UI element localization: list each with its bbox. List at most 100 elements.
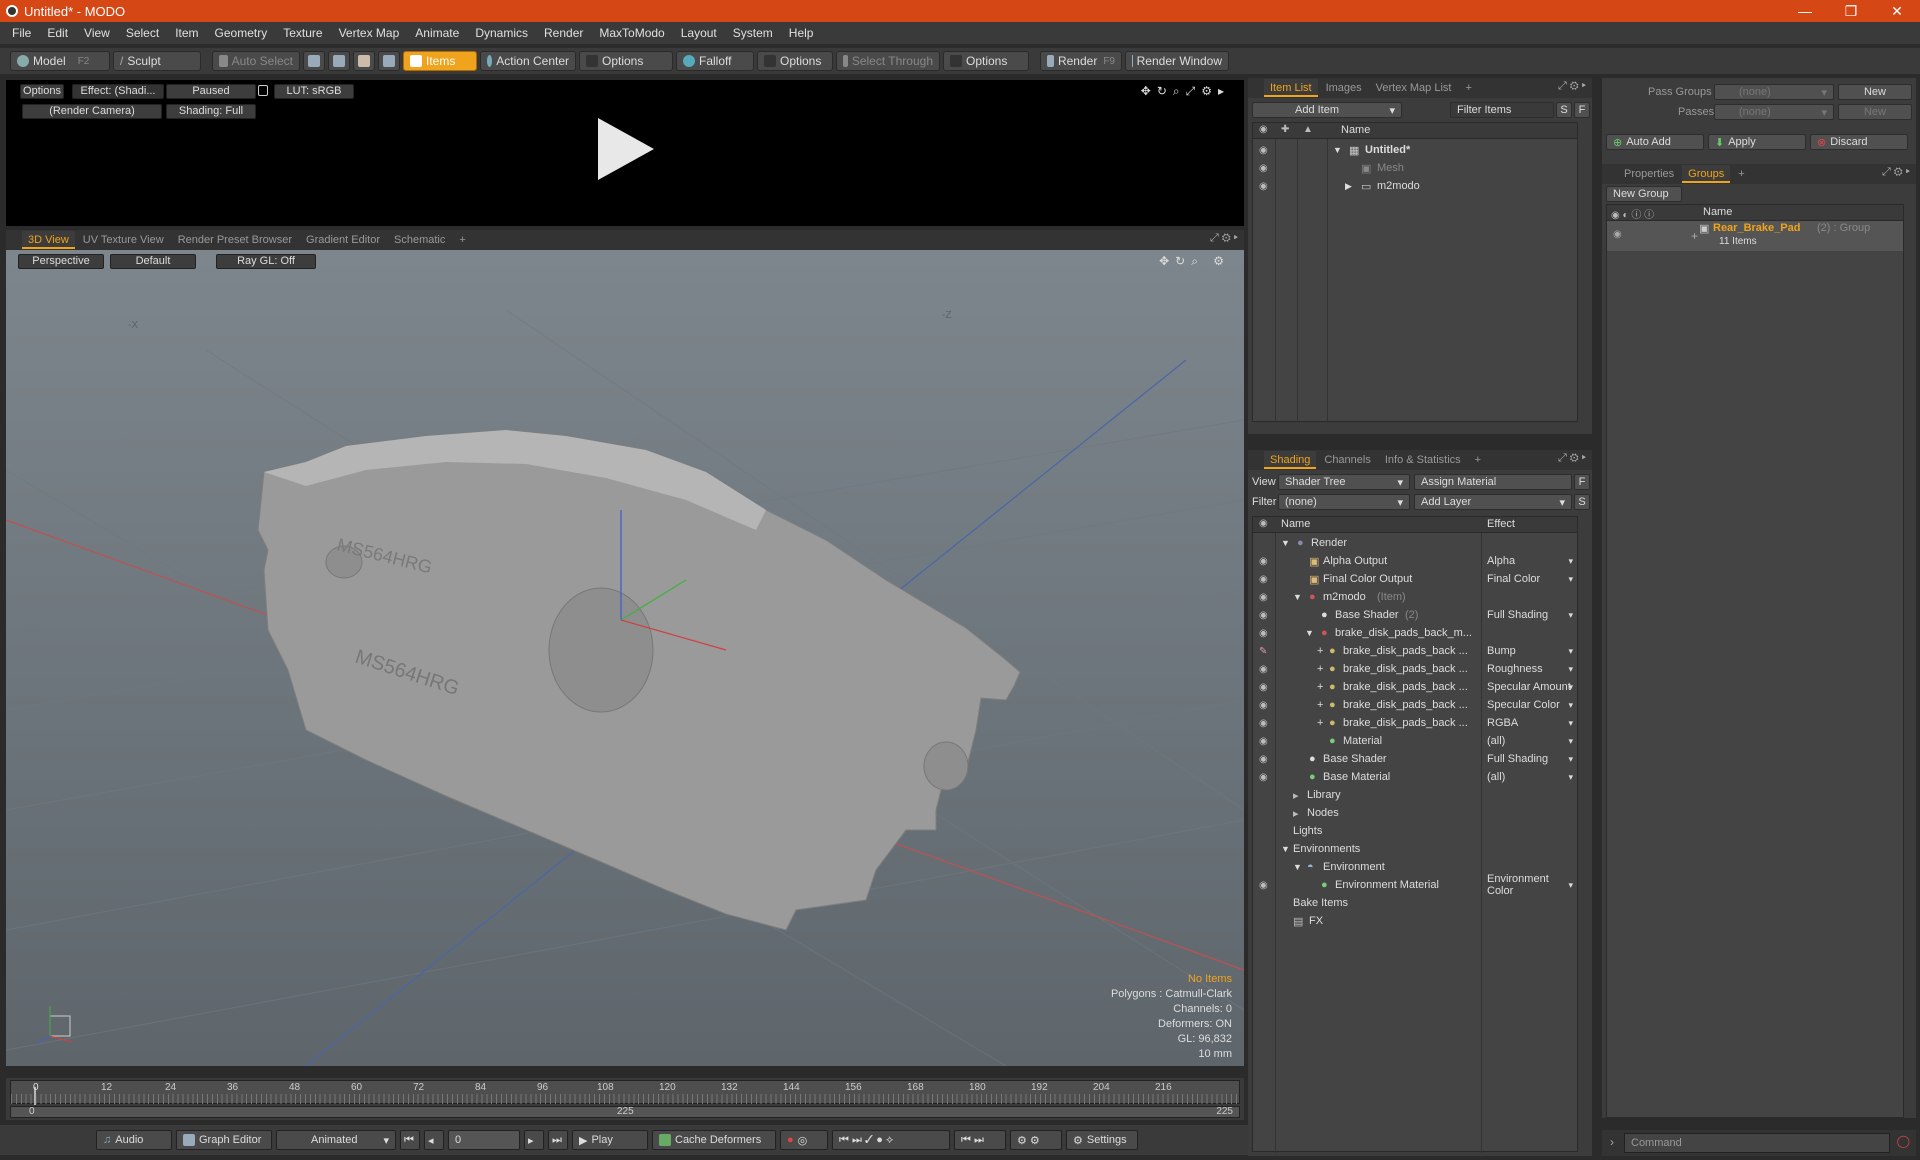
new-group-button[interactable]: New Group — [1606, 186, 1682, 202]
preview-effect-dropdown[interactable]: Effect: (Shadi... — [72, 84, 164, 99]
chevron-down-icon[interactable]: ▾ — [1568, 646, 1573, 657]
chevron-down-icon[interactable]: ▾ — [1568, 772, 1573, 783]
minimize-button[interactable]: — — [1782, 0, 1828, 22]
tab-schematic[interactable]: Schematic — [388, 231, 451, 249]
menu-texture[interactable]: Texture — [275, 26, 330, 40]
chevron-down-icon[interactable]: ▾ — [1568, 754, 1573, 765]
discard-button[interactable]: ⊗ Discard — [1810, 134, 1908, 150]
shader-row[interactable]: ◉ + ● brake_disk_pads_back ... Specular … — [1253, 696, 1577, 714]
shader-row[interactable]: ◉ ▣ Alpha Output Alpha ▾ — [1253, 552, 1577, 570]
shader-row-effect[interactable]: Specular Amount — [1487, 681, 1571, 693]
add-tab-icon[interactable]: + — [1459, 79, 1477, 97]
eye-icon[interactable]: ◉ — [1259, 682, 1268, 693]
panel-menu-icon[interactable]: ⤢ ⚙ ▸ — [1558, 452, 1586, 465]
edges-mode-button[interactable] — [328, 51, 350, 71]
add-tab-icon[interactable]: + — [1732, 165, 1750, 183]
shader-row[interactable]: ◉ ● Environment Material Environment Col… — [1253, 873, 1577, 897]
panel-menu-icon[interactable]: ⤢ ⚙ ▸ — [1882, 166, 1910, 179]
new-pass-group-button[interactable]: New — [1838, 84, 1912, 100]
shader-row-effect[interactable]: Roughness — [1487, 663, 1543, 675]
menu-vertex-map[interactable]: Vertex Map — [331, 26, 408, 40]
item-row-m2modo[interactable]: ◉ ▶ ▭ m2modo — [1253, 177, 1577, 195]
add-tab-icon[interactable]: + — [1469, 451, 1487, 469]
menu-select[interactable]: Select — [118, 26, 167, 40]
shader-row-effect[interactable]: Alpha — [1487, 555, 1515, 567]
plus-icon[interactable]: + — [1317, 645, 1323, 657]
eye-icon[interactable]: ◉ — [1259, 610, 1268, 621]
raygl-dropdown[interactable]: Ray GL: Off — [216, 254, 316, 269]
shader-row[interactable]: ✎ + ● brake_disk_pads_back ... Bump ▾ — [1253, 642, 1577, 660]
eye-icon[interactable]: ◉ — [1259, 145, 1268, 156]
filter-dropdown[interactable]: (none) ▾ — [1278, 494, 1410, 510]
view-dropdown[interactable]: Shader Tree ▾ — [1278, 474, 1410, 490]
shading-s-button[interactable]: S — [1574, 494, 1590, 510]
chevron-down-icon[interactable]: ▾ — [1568, 682, 1573, 693]
play-button[interactable]: ▶ Play — [572, 1130, 648, 1150]
render-button[interactable]: Render F9 — [1040, 51, 1122, 71]
close-button[interactable]: ✕ — [1874, 0, 1920, 22]
eye-icon[interactable]: ◉ — [1259, 718, 1268, 729]
key-tools[interactable]: ⏮ ⏭ ✓ ● ⟡ — [832, 1130, 950, 1150]
step-forward-button[interactable]: ▸ — [524, 1130, 544, 1150]
eye-icon[interactable]: ◉ — [1259, 736, 1268, 747]
tab-images[interactable]: Images — [1320, 79, 1368, 97]
panel-expand-icon[interactable]: ⤢ ⚙ ▸ — [1210, 232, 1238, 245]
chevron-down-icon[interactable]: ▾ — [1568, 556, 1573, 567]
item-list-tree[interactable]: ◉ ✚ ▲ Name ◉ ▼ ▦ Untitled* ◉ ▣ Mesh ◉ ▶ … — [1252, 122, 1578, 423]
lock-icon[interactable] — [258, 85, 268, 96]
record-tools[interactable]: ● ◎ — [780, 1130, 828, 1150]
tab-item-list[interactable]: Item List — [1264, 79, 1318, 97]
graph-editor-button[interactable]: Graph Editor — [176, 1130, 272, 1150]
expand-arrow-icon[interactable]: ▼ — [1293, 862, 1302, 872]
menu-layout[interactable]: Layout — [673, 26, 725, 40]
tab-gradient-editor[interactable]: Gradient Editor — [300, 231, 386, 249]
shader-row[interactable]: Bake Items — [1253, 894, 1577, 912]
tab-channels[interactable]: Channels — [1318, 451, 1376, 469]
expand-arrow-icon[interactable]: ▼ — [1281, 844, 1290, 854]
shader-row-effect[interactable]: Final Color — [1487, 573, 1540, 585]
falloff-options-button[interactable]: Options — [757, 51, 833, 71]
shader-row[interactable]: Lights — [1253, 822, 1577, 840]
tab-shading[interactable]: Shading — [1264, 451, 1317, 469]
tab-vertex-map-list[interactable]: Vertex Map List — [1370, 79, 1458, 97]
shader-tree[interactable]: ◉ Name Effect ▼ ● Render ◉ ▣ Alpha Outpu… — [1252, 516, 1578, 1153]
expand-arrow-icon[interactable]: ▼ — [1333, 145, 1342, 155]
item-row-untitled[interactable]: ◉ ▼ ▦ Untitled* — [1253, 141, 1577, 159]
plus-icon[interactable]: + — [1317, 699, 1323, 711]
brake-pad-mesh[interactable]: MS564HRG MS564HRG — [257, 429, 1021, 931]
eye-icon[interactable]: ◉ — [1259, 880, 1268, 891]
eye-icon[interactable]: ◉ — [1259, 592, 1268, 603]
chevron-down-icon[interactable]: ▾ — [1568, 718, 1573, 729]
shader-row[interactable]: ◉ ● Base Shader (2) Full Shading ▾ — [1253, 606, 1577, 624]
3d-viewport[interactable]: -X -Z MS564HRG MS564HRG Perspective Defa… — [6, 250, 1244, 1066]
shading-f-button[interactable]: F — [1574, 474, 1590, 490]
expand-arrow-icon[interactable]: ▼ — [1281, 538, 1290, 548]
shader-row[interactable]: ◉ ● Base Shader Full Shading ▾ — [1253, 750, 1577, 768]
eye-icon[interactable]: ◉ — [1259, 163, 1268, 174]
render-camera-dropdown[interactable]: (Render Camera) — [22, 104, 162, 119]
step-back-button[interactable]: ◂ — [424, 1130, 444, 1150]
select-through-button[interactable]: Select Through — [836, 51, 940, 71]
vertices-mode-button[interactable] — [303, 51, 325, 71]
tab-info-statistics[interactable]: Info & Statistics — [1379, 451, 1467, 469]
new-pass-button[interactable]: New — [1838, 104, 1912, 120]
auto-add-button[interactable]: ⊕ Auto Add — [1606, 134, 1704, 150]
record-macro-icon[interactable]: ◯ — [1897, 1134, 1910, 1148]
preview-paused-button[interactable]: Paused — [166, 84, 256, 99]
menu-render[interactable]: Render — [536, 26, 591, 40]
shader-row-effect[interactable]: RGBA — [1487, 717, 1518, 729]
tab-uv-texture-view[interactable]: UV Texture View — [77, 231, 170, 249]
chevron-down-icon[interactable]: ▾ — [1568, 736, 1573, 747]
menu-view[interactable]: View — [76, 26, 118, 40]
chevron-down-icon[interactable]: ▾ — [1568, 880, 1573, 891]
audio-button[interactable]: ♫ Audio — [96, 1130, 172, 1150]
shader-row[interactable]: ◉ + ● brake_disk_pads_back ... Specular … — [1253, 678, 1577, 696]
shader-row[interactable]: ▼ ● Render — [1253, 534, 1577, 552]
falloff-button[interactable]: Falloff — [676, 51, 754, 71]
apply-button[interactable]: ⬇ Apply — [1708, 134, 1806, 150]
render-window-button[interactable]: Render Window — [1125, 51, 1229, 71]
menu-system[interactable]: System — [725, 26, 781, 40]
expand-arrow-icon[interactable]: ▼ — [1305, 628, 1314, 638]
filter-s-button[interactable]: S — [1556, 102, 1572, 118]
command-input[interactable]: Command — [1624, 1133, 1890, 1153]
